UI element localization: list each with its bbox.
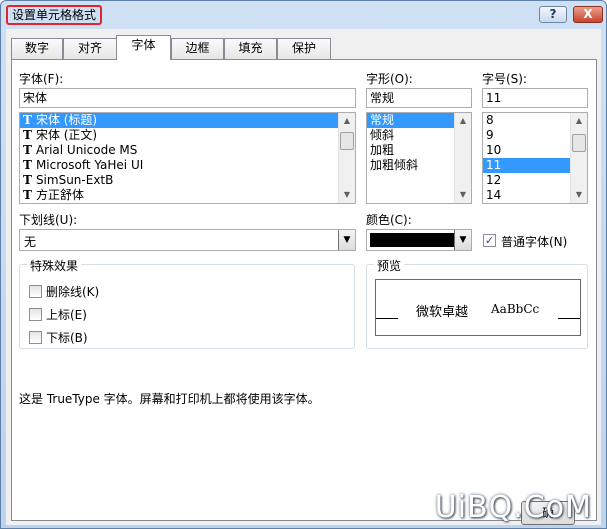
truetype-icon: T [23, 128, 32, 142]
help-button[interactable]: ? [539, 6, 567, 23]
color-label: 颜色(C): [366, 213, 412, 227]
chevron-down-icon[interactable]: ▼ [338, 230, 355, 250]
watermark-logo: UiBQ.CoM [434, 490, 592, 525]
dialog-title: 设置单元格格式 [6, 5, 103, 25]
effects-group-title: 特殊效果 [27, 257, 82, 274]
title-bar[interactable]: 设置单元格格式 ? X [1, 1, 606, 29]
tab-border[interactable]: 边框 [171, 38, 224, 59]
truetype-icon: T [23, 173, 32, 187]
list-item[interactable]: T 宋体 (正文) [20, 128, 355, 143]
scroll-down-arrow-icon[interactable]: ▼ [571, 187, 587, 203]
font-name-input[interactable]: 宋体 [19, 88, 356, 108]
font-list[interactable]: T 宋体 (标题) T 宋体 (正文) T Arial Unicode MS T Mic… [19, 112, 356, 204]
strikethrough-label: 删除线(K) [46, 285, 100, 299]
truetype-icon: T [23, 158, 32, 172]
dialog-client: 数字 对齐 字体 边框 填充 保护 字体(F): 宋体 T 宋体 (标题) T 宋体… [6, 29, 601, 525]
superscript-checkbox[interactable] [29, 308, 42, 321]
scroll-thumb[interactable] [340, 132, 354, 150]
normal-font-checkbox[interactable]: ✓ [483, 234, 496, 247]
size-list-scrollbar[interactable]: ▲ ▼ [570, 113, 587, 203]
tab-fill[interactable]: 填充 [224, 38, 277, 59]
font-style-list[interactable]: 常规 倾斜 加粗 加粗倾斜 ▲ ▼ [366, 112, 472, 204]
superscript-label: 上标(E) [46, 308, 87, 322]
font-size-list[interactable]: 8 9 10 11 12 14 ▲ ▼ [482, 112, 588, 204]
list-item[interactable]: T 宋体 (标题) [20, 113, 355, 128]
underline-label: 下划线(U): [19, 213, 78, 227]
list-item[interactable]: T Microsoft YaHei UI [20, 158, 355, 173]
font-tab-panel: 字体(F): 宋体 T 宋体 (标题) T 宋体 (正文) T Arial Unico… [11, 59, 597, 521]
color-select[interactable]: ▼ [366, 229, 472, 251]
scroll-down-arrow-icon[interactable]: ▼ [455, 187, 471, 203]
format-cells-dialog: 设置单元格格式 ? X 数字 对齐 字体 边框 填充 保护 字体(F): 宋体 … [0, 0, 607, 529]
subscript-label: 下标(B) [46, 331, 88, 345]
font-list-scrollbar[interactable]: ▲ ▼ [338, 113, 355, 203]
tab-number[interactable]: 数字 [11, 38, 63, 59]
font-label: 字体(F): [19, 72, 64, 86]
scroll-down-arrow-icon[interactable]: ▼ [339, 187, 355, 203]
preview-group-title: 预览 [374, 257, 405, 274]
close-button[interactable]: X [573, 6, 603, 23]
underline-select[interactable]: 无 ▼ [19, 229, 356, 251]
baseline-left [376, 318, 398, 319]
scroll-up-arrow-icon[interactable]: ▲ [571, 113, 587, 129]
tab-alignment[interactable]: 对齐 [63, 38, 117, 59]
list-item[interactable]: T 方正舒体 [20, 188, 355, 203]
tab-font[interactable]: 字体 [116, 35, 171, 60]
strikethrough-checkbox[interactable] [29, 285, 42, 298]
font-style-input[interactable]: 常规 [366, 88, 472, 108]
size-label: 字号(S): [482, 72, 528, 86]
preview-box: 微软卓越 AaBbCc [375, 279, 581, 336]
list-item[interactable]: T SimSun-ExtB [20, 173, 355, 188]
style-label: 字形(O): [366, 72, 413, 86]
preview-sample-cn: 微软卓越 [416, 305, 469, 320]
truetype-icon: T [23, 113, 32, 127]
preview-group: 预览 微软卓越 AaBbCc [366, 257, 588, 349]
chevron-down-icon[interactable]: ▼ [454, 230, 471, 250]
normal-font-label: 普通字体(N) [501, 235, 568, 249]
scroll-up-arrow-icon[interactable]: ▲ [455, 113, 471, 129]
effects-group: 特殊效果 删除线(K) 上标(E) 下标(B) [19, 257, 355, 349]
underline-value: 无 [24, 235, 37, 249]
truetype-icon: T [23, 143, 32, 157]
font-info-text: 这是 TrueType 字体。屏幕和打印机上都将使用该字体。 [19, 392, 320, 406]
color-swatch [370, 233, 454, 247]
scroll-up-arrow-icon[interactable]: ▲ [339, 113, 355, 129]
preview-sample-en: AaBbCc [491, 302, 540, 316]
tab-protection[interactable]: 保护 [277, 38, 331, 59]
subscript-checkbox[interactable] [29, 331, 42, 344]
style-list-scrollbar[interactable]: ▲ ▼ [454, 113, 471, 203]
baseline-right [558, 318, 580, 319]
truetype-icon: T [23, 188, 32, 202]
scroll-thumb[interactable] [572, 134, 586, 152]
font-size-input[interactable]: 11 [482, 88, 588, 108]
list-item[interactable]: T Arial Unicode MS [20, 143, 355, 158]
